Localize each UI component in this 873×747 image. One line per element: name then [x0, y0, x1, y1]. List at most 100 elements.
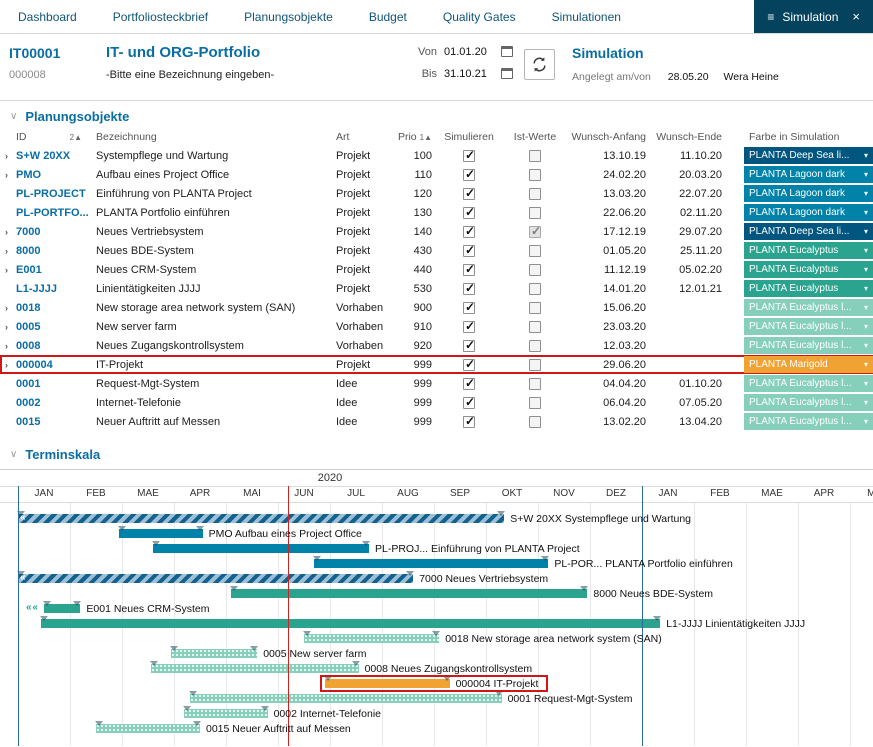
color-select[interactable]: PLANTA Eucalyptus l...▾ — [744, 299, 873, 316]
col-ist-werte[interactable]: Ist-Werte — [504, 131, 566, 143]
cell-id[interactable]: 7000 — [16, 226, 96, 238]
ist-werte-checkbox[interactable] — [529, 207, 541, 219]
section-header-terminskala[interactable]: ∨ Terminskala — [0, 431, 873, 466]
ist-werte-checkbox[interactable] — [529, 321, 541, 333]
refresh-button[interactable] — [524, 49, 555, 80]
gantt-bar-l1-jjjj[interactable] — [41, 619, 660, 628]
gantt-bar-pmo[interactable] — [119, 529, 202, 538]
cell-id[interactable]: PL-PORTFO... — [16, 207, 96, 219]
ist-werte-checkbox[interactable] — [529, 150, 541, 162]
ist-werte-checkbox[interactable] — [529, 169, 541, 181]
von-date-field[interactable]: 01.01.20 — [444, 46, 494, 58]
ist-werte-checkbox[interactable] — [529, 340, 541, 352]
gantt-bar-8000[interactable] — [231, 589, 587, 598]
color-select[interactable]: PLANTA Eucalyptus l...▾ — [744, 413, 873, 430]
gantt-bar-0001[interactable] — [190, 694, 502, 703]
simulieren-checkbox[interactable] — [463, 207, 475, 219]
tab-dashboard[interactable]: Dashboard — [0, 0, 95, 33]
gantt-bar-0015[interactable] — [96, 724, 200, 733]
expand-arrow-icon[interactable]: › — [0, 151, 16, 161]
page-subtitle[interactable]: -Bitte eine Bezeichnung eingeben- — [106, 69, 274, 81]
simulieren-checkbox[interactable] — [463, 264, 475, 276]
simulieren-checkbox[interactable] — [463, 378, 475, 390]
close-tab-icon[interactable]: × — [852, 9, 860, 24]
expand-arrow-icon[interactable]: › — [0, 170, 16, 180]
col-art[interactable]: Art — [336, 131, 394, 143]
ist-werte-checkbox[interactable] — [529, 226, 541, 238]
col-wunsch-anfang[interactable]: Wunsch-Anfang — [566, 131, 646, 143]
gantt-bar-7000[interactable] — [18, 574, 413, 583]
ist-werte-checkbox[interactable] — [529, 378, 541, 390]
col-wunsch-ende[interactable]: Wunsch-Ende — [646, 131, 722, 143]
cell-id[interactable]: PMO — [16, 169, 96, 181]
color-select[interactable]: PLANTA Eucalyptus l...▾ — [744, 394, 873, 411]
color-select[interactable]: PLANTA Eucalyptus l...▾ — [744, 318, 873, 335]
tab-planungsobjekte[interactable]: Planungsobjekte — [226, 0, 351, 33]
gantt-bar-0002[interactable] — [184, 709, 267, 718]
tab-simulation[interactable]: ≡Simulation× — [754, 0, 873, 33]
col-bezeichnung[interactable]: Bezeichnung — [96, 131, 336, 143]
color-select[interactable]: PLANTA Deep Sea li...▾ — [744, 147, 873, 164]
cell-id[interactable]: 0002 — [16, 397, 96, 409]
cell-id[interactable]: 0008 — [16, 340, 96, 352]
cell-id[interactable]: PL-PROJECT — [16, 188, 96, 200]
tab-portfoliosteckbrief[interactable]: Portfoliosteckbrief — [95, 0, 226, 33]
expand-arrow-icon[interactable]: › — [0, 322, 16, 332]
simulieren-checkbox[interactable] — [463, 321, 475, 333]
simulieren-checkbox[interactable] — [463, 397, 475, 409]
color-select[interactable]: PLANTA Lagoon dark▾ — [744, 204, 873, 221]
col-farbe[interactable]: Farbe in Simulation — [744, 131, 873, 143]
ist-werte-checkbox[interactable] — [529, 283, 541, 295]
simulieren-checkbox[interactable] — [463, 283, 475, 295]
calendar-icon[interactable] — [501, 46, 513, 57]
simulieren-checkbox[interactable] — [463, 416, 475, 428]
color-select[interactable]: PLANTA Eucalyptus l...▾ — [744, 337, 873, 354]
cell-id[interactable]: 0015 — [16, 416, 96, 428]
color-select[interactable]: PLANTA Lagoon dark▾ — [744, 166, 873, 183]
cell-id[interactable]: 0005 — [16, 321, 96, 333]
simulieren-checkbox[interactable] — [463, 150, 475, 162]
expand-arrow-icon[interactable]: › — [0, 341, 16, 351]
color-select[interactable]: PLANTA Eucalyptus▾ — [744, 280, 873, 297]
tab-quality-gates[interactable]: Quality Gates — [425, 0, 534, 33]
cell-id[interactable]: 0001 — [16, 378, 96, 390]
ist-werte-checkbox[interactable] — [529, 359, 541, 371]
cell-id[interactable]: S+W 20XX — [16, 150, 96, 162]
simulieren-checkbox[interactable] — [463, 188, 475, 200]
ist-werte-checkbox[interactable] — [529, 302, 541, 314]
gantt-bar-0008[interactable] — [151, 664, 359, 673]
cell-id[interactable]: 000004 — [16, 359, 96, 371]
calendar-icon[interactable] — [501, 68, 513, 79]
col-simulieren[interactable]: Simulieren — [434, 131, 504, 143]
expand-arrow-icon[interactable]: › — [0, 303, 16, 313]
ist-werte-checkbox[interactable] — [529, 397, 541, 409]
cell-id[interactable]: 0018 — [16, 302, 96, 314]
cell-id[interactable]: L1-JJJJ — [16, 283, 96, 295]
simulieren-checkbox[interactable] — [463, 169, 475, 181]
ist-werte-checkbox[interactable] — [529, 188, 541, 200]
expand-arrow-icon[interactable]: › — [0, 227, 16, 237]
simulieren-checkbox[interactable] — [463, 359, 475, 371]
tab-simulationen[interactable]: Simulationen — [534, 0, 639, 33]
gantt-bar-0018[interactable] — [304, 634, 439, 643]
expand-arrow-icon[interactable]: › — [0, 360, 16, 370]
gantt-bar-0005[interactable] — [171, 649, 257, 658]
section-header-planungsobjekte[interactable]: ∨ Planungsobjekte — [0, 101, 873, 128]
ist-werte-checkbox[interactable] — [529, 264, 541, 276]
color-select[interactable]: PLANTA Lagoon dark▾ — [744, 185, 873, 202]
gantt-bar-pl-portfolio[interactable] — [314, 559, 548, 568]
simulieren-checkbox[interactable] — [463, 245, 475, 257]
col-prio[interactable]: Prio — [398, 131, 417, 143]
simulieren-checkbox[interactable] — [463, 226, 475, 238]
expand-arrow-icon[interactable]: › — [0, 265, 16, 275]
expand-arrow-icon[interactable]: › — [0, 246, 16, 256]
gantt-bar-e001[interactable] — [44, 604, 80, 613]
ist-werte-checkbox[interactable] — [529, 245, 541, 257]
color-select[interactable]: PLANTA Marigold▾ — [744, 356, 873, 373]
color-select[interactable]: PLANTA Eucalyptus▾ — [744, 261, 873, 278]
cell-id[interactable]: 8000 — [16, 245, 96, 257]
color-select[interactable]: PLANTA Eucalyptus▾ — [744, 242, 873, 259]
cell-id[interactable]: E001 — [16, 264, 96, 276]
bis-date-field[interactable]: 31.10.21 — [444, 68, 494, 80]
col-id[interactable]: ID — [16, 131, 27, 143]
